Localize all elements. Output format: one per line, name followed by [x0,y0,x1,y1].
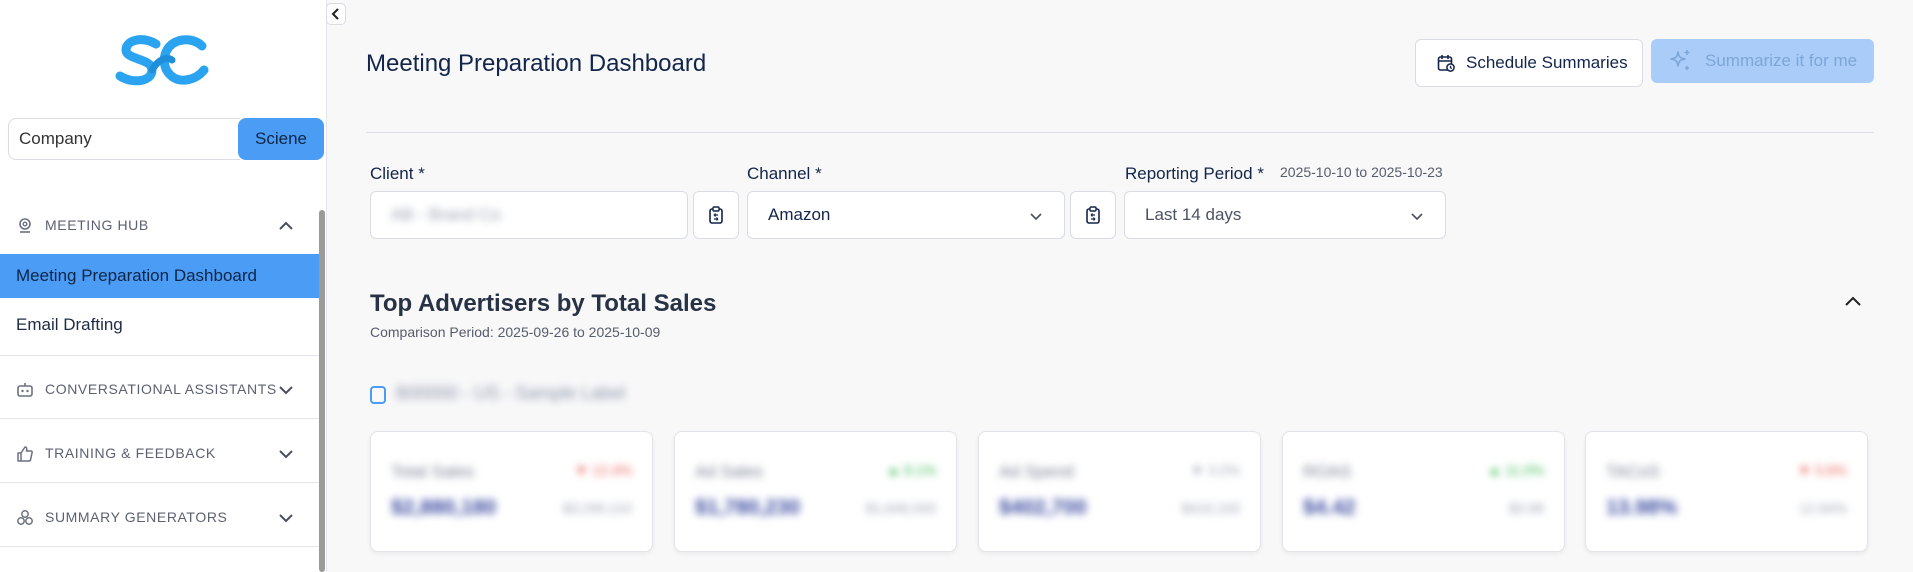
client-label-text: Client [370,164,414,183]
metric-label: Ad Spend [999,462,1074,481]
sidebar-collapse-button[interactable] [326,3,346,25]
metric-card: Total Sales ▼ 12.4% $2,880,180 $3,290,11… [370,431,653,552]
pin-icon [19,218,31,233]
company-search: Sciene [8,118,324,162]
metric-label: Total Sales [391,462,475,481]
metric-card: ROAS ▲ 11.0% $4.42 $3.98 [1282,431,1565,552]
sparkles-icon [1670,50,1690,70]
metric-previous: $3.98 [1508,500,1544,516]
section-title: Top Advertisers by Total Sales [370,290,717,317]
cubes-icon [17,510,33,525]
chevron-down-icon [1411,213,1423,221]
chevron-down-icon[interactable] [276,508,296,528]
chevron-up-icon[interactable] [1842,291,1864,313]
metric-value: $402,700 [999,496,1087,519]
calendar-schedule-icon [1437,55,1455,72]
period-label-text: Reporting Period [1125,164,1253,183]
sidebar: Sciene MEETING HUB Meeting Preparation D… [0,0,327,572]
period-label: Reporting Period * [1125,164,1264,184]
metric-delta: ▼ 12.4% [574,462,632,478]
chevron-down-icon[interactable] [276,444,296,464]
nav-divider [0,355,319,356]
metric-value: $2,880,180 [391,496,497,519]
company-search-input[interactable] [8,118,240,160]
nav-section-label: TRAINING & FEEDBACK [45,445,216,461]
header-divider [366,132,1874,133]
period-select[interactable]: Last 14 days [1124,191,1446,239]
nav-section-label: CONVERSATIONAL ASSISTANTS [45,381,277,397]
nav-section-label: SUMMARY GENERATORS [45,509,228,525]
metric-delta: ▼ 5.6% [1797,462,1847,478]
nav-section-conversational-assistants[interactable]: CONVERSATIONAL ASSISTANTS [0,361,319,419]
chevron-down-icon [1030,213,1042,221]
nav-section-summary-generators[interactable]: SUMMARY GENERATORS [0,489,319,547]
channel-select-value: Amazon [768,205,831,224]
metric-label: Ad Sales [695,462,764,481]
client-copy-button[interactable] [693,191,739,239]
chevron-up-icon[interactable] [276,216,296,236]
robot-icon [17,383,33,397]
metric-previous: $3,290,110 [562,500,632,516]
metric-card: Ad Sales ▲ 8.1% $1,780,230 $1,646,000 [674,431,957,552]
client-select-value: AB - Brand Co [391,205,501,224]
metric-label: TACoS [1606,462,1660,481]
metric-previous: 12.64% [1799,500,1847,516]
metric-label: ROAS [1303,462,1352,481]
metric-value: $1,780,230 [695,496,801,519]
metric-card: Ad Spend ▼ 3.2% $402,700 $416,100 [978,431,1261,552]
chevron-down-icon[interactable] [276,380,296,400]
page-title: Meeting Preparation Dashboard [366,50,707,77]
channel-label-text: Channel [747,164,811,183]
sidebar-item-meeting-preparation-dashboard[interactable]: Meeting Preparation Dashboard [0,254,319,298]
comparison-period: Comparison Period: 2025-09-26 to 2025-10… [370,324,661,340]
metric-card: TACoS ▼ 5.6% 13.98% 12.64% [1585,431,1868,552]
nav-section-meeting-hub[interactable]: MEETING HUB [0,197,319,255]
required-mark: * [1257,164,1264,183]
company-logo[interactable] [112,30,212,90]
period-select-value: Last 14 days [1145,205,1242,224]
nav-section-label: MEETING HUB [45,217,149,233]
metric-delta: ▼ 3.2% [1190,462,1240,478]
summarize-button[interactable]: Summarize it for me [1651,39,1874,83]
advertiser-name: B00000 - US - Sample Label [396,383,626,403]
schedule-summaries-button[interactable]: Schedule Summaries [1415,39,1643,87]
advertiser-checkbox[interactable] [370,386,386,404]
thumbs-up-icon [17,446,33,462]
metric-value: $4.42 [1303,496,1356,519]
channel-label: Channel * [747,164,822,184]
sidebar-item-email-drafting[interactable]: Email Drafting [0,303,319,347]
client-label: Client * [370,164,425,184]
clipboard-icon [709,206,723,224]
nav-section-training-feedback[interactable]: TRAINING & FEEDBACK [0,425,319,483]
sidebar-scrollbar[interactable] [319,210,325,572]
chevron-left-icon [331,8,339,20]
metric-previous: $416,100 [1181,500,1240,516]
metric-delta: ▲ 8.1% [886,462,936,478]
channel-copy-button[interactable] [1070,191,1116,239]
schedule-summaries-label: Schedule Summaries [1466,53,1628,72]
metric-previous: $1,646,000 [865,500,936,516]
metric-delta: ▲ 11.0% [1487,462,1544,478]
search-button[interactable]: Sciene [238,118,324,160]
metric-value: 13.98% [1606,496,1678,519]
period-range: 2025-10-10 to 2025-10-23 [1280,164,1443,180]
required-mark: * [815,164,822,183]
required-mark: * [418,164,425,183]
summarize-label: Summarize it for me [1705,51,1858,70]
channel-select[interactable]: Amazon [747,191,1065,239]
client-select[interactable]: AB - Brand Co [370,191,688,239]
clipboard-icon [1086,206,1100,224]
